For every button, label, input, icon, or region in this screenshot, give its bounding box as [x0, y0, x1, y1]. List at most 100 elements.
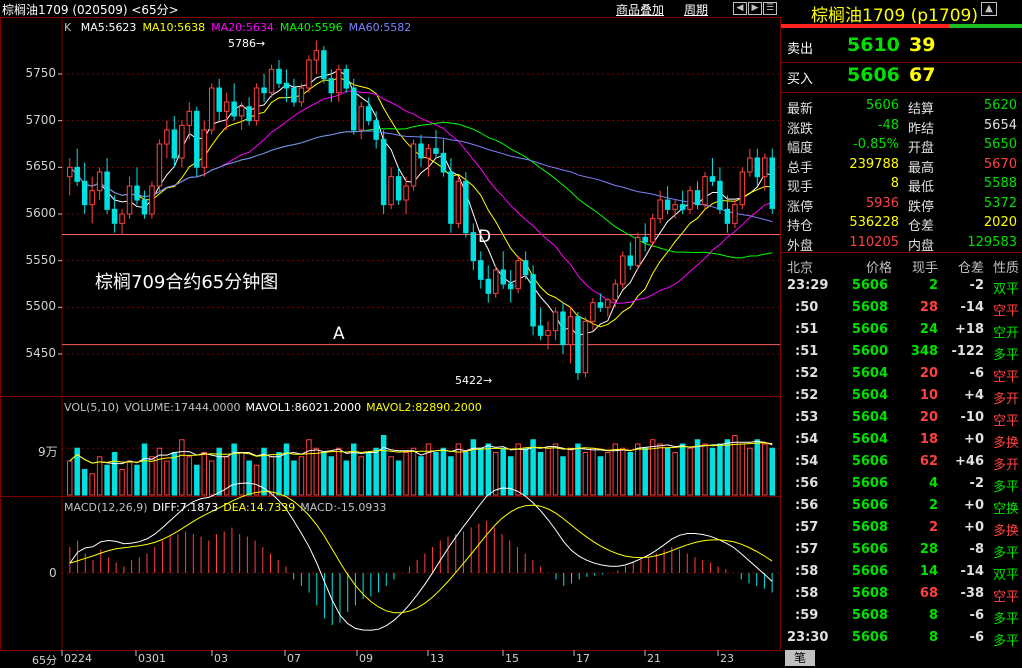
macd-legend: MACD(12,26,9) DIFF:7.1873 DEA:14.7339 MACD:…	[64, 501, 391, 514]
volume-bar	[605, 452, 611, 496]
x-tick-label: 17	[576, 652, 590, 665]
candle-body	[336, 68, 342, 94]
volume-legend-item: MAVOL2:82890.2000	[366, 401, 482, 414]
candle-body	[261, 87, 267, 94]
candle-body	[552, 311, 559, 332]
tick-row: :53 5604 20 -10 空平	[795, 410, 1019, 429]
chart-grid	[0, 17, 781, 656]
volume-bar	[545, 447, 551, 496]
candle-body	[328, 78, 335, 94]
candle-body	[126, 185, 133, 215]
ticks-header: 北京 价格 现手 仓差 性质	[781, 254, 1022, 276]
volume-bar	[66, 460, 73, 496]
volume-bar	[216, 447, 222, 496]
tick-row: :57 5608 2 +0 多换	[795, 520, 1019, 539]
volume-bar	[201, 452, 208, 496]
volume-bar	[612, 443, 619, 496]
candle-body	[470, 232, 477, 262]
volume-bar	[104, 464, 110, 496]
label-a: A	[333, 324, 345, 344]
volume-bar	[111, 452, 118, 496]
candle-body	[448, 171, 454, 224]
candle-body	[440, 152, 447, 173]
volume-bar	[81, 469, 88, 496]
candle-body	[395, 176, 402, 201]
label-d: D	[478, 227, 492, 247]
quote-title: 棕榈油1709 (p1709)	[811, 6, 978, 26]
x-tick-label: 0301	[138, 652, 166, 665]
kline-chart[interactable]	[0, 0, 781, 667]
volume-bar	[328, 456, 335, 496]
volume-bar	[560, 456, 566, 496]
volume-bar	[306, 439, 312, 496]
candle-body	[89, 190, 95, 206]
candle-body	[515, 260, 521, 290]
candle-body	[492, 269, 499, 294]
volume-bar	[291, 460, 297, 496]
candle-body	[739, 171, 746, 206]
volume-bar	[769, 447, 776, 496]
footer-tab[interactable]: 笔	[785, 650, 815, 666]
volume-bar	[747, 447, 753, 496]
volume-bar	[582, 452, 589, 496]
volume-axis-label: 9万	[38, 445, 58, 459]
candle-body	[537, 325, 544, 336]
volume-bar	[627, 452, 634, 496]
volume-bar	[620, 447, 626, 496]
volume-bar	[642, 447, 648, 496]
candle-body	[246, 106, 252, 122]
y-tick-label: 5500	[25, 299, 56, 314]
candle-body	[350, 87, 357, 131]
volume-legend-item: VOLUME:17444.0000	[124, 401, 241, 414]
volume-bar	[410, 447, 417, 496]
quote-row: 外盘 110205 内盘 129583	[787, 234, 1017, 254]
period-label: 65分	[32, 654, 57, 667]
candle-body	[81, 180, 88, 206]
x-tick-label: 13	[430, 652, 444, 665]
volume-bar	[164, 460, 170, 496]
tick-row: 23:29 5606 2 -2 双平	[787, 278, 1019, 297]
candle-body	[96, 171, 103, 192]
candle-body	[388, 176, 394, 206]
y-tick-label: 5600	[25, 206, 56, 220]
candle-body	[268, 68, 275, 94]
macd-legend-item: MACD:-15.0933	[300, 501, 387, 514]
collapse-button[interactable]: ▲	[981, 2, 997, 16]
tick-row: :58 5608 68 -38 空平	[795, 586, 1019, 605]
volume-bar	[552, 443, 559, 496]
y-tick-label: 5700	[25, 112, 56, 127]
volume-bar	[485, 443, 492, 496]
volume-bar	[403, 452, 409, 496]
candle-body	[149, 185, 155, 215]
candle-body	[208, 87, 215, 131]
volume-bar	[141, 443, 148, 496]
volume-bar	[762, 443, 768, 496]
tick-row: :56 5606 4 -2 多平	[795, 476, 1019, 495]
divider	[781, 62, 1022, 63]
volume-bar	[433, 452, 439, 496]
volume-bar	[717, 443, 723, 496]
candle-body	[425, 148, 432, 159]
volume-bar	[343, 460, 350, 496]
candle-body	[111, 208, 118, 224]
ma-legend-item: MA20:5634	[211, 21, 274, 34]
candle-body	[672, 204, 678, 210]
y-tick-label: 5650	[25, 159, 56, 174]
volume-bar	[380, 435, 387, 496]
volume-bar	[567, 447, 574, 496]
candle-body	[201, 129, 208, 168]
candle-body	[223, 101, 230, 112]
candle-body	[642, 236, 648, 243]
candle-body	[283, 82, 290, 89]
tick-row: :57 5606 28 -8 多平	[795, 542, 1019, 561]
volume-bar	[440, 447, 447, 496]
buy-row: 买入 5606 67	[787, 64, 936, 87]
candle-body	[74, 166, 80, 182]
volume-bar	[238, 452, 245, 496]
ma-legend-item: MA10:5638	[142, 21, 206, 34]
volume-bar	[268, 456, 275, 496]
candle-body	[582, 320, 589, 374]
volume-bar	[89, 473, 95, 496]
volume-bar	[672, 452, 678, 496]
volume-bar	[395, 460, 402, 496]
